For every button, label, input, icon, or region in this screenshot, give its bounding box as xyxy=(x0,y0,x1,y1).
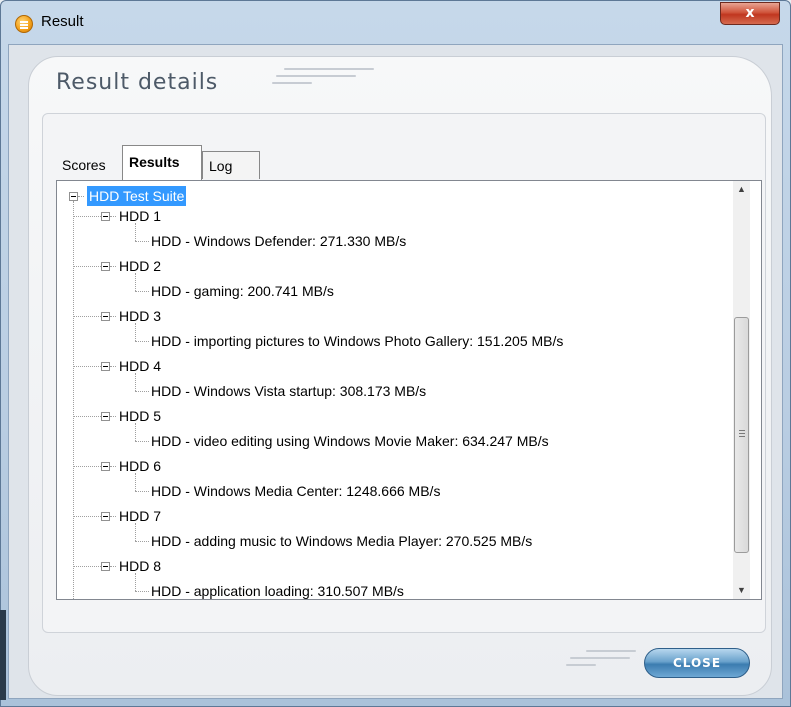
tree-connector xyxy=(73,566,101,567)
collapse-icon[interactable] xyxy=(101,412,110,421)
tree-connector xyxy=(110,266,116,267)
tree-connector xyxy=(73,201,74,599)
vertical-scrollbar[interactable]: ▲ ▼ xyxy=(733,181,750,599)
tree-group-node[interactable]: HDD 8 xyxy=(119,556,161,576)
tree-connector xyxy=(135,491,149,492)
collapse-icon[interactable] xyxy=(101,512,110,521)
tree-connector xyxy=(135,391,149,392)
collapse-icon[interactable] xyxy=(69,192,78,201)
footer-decoration xyxy=(566,650,636,671)
tree-connector xyxy=(135,241,149,242)
tree-group-node[interactable]: HDD 7 xyxy=(119,506,161,526)
collapse-icon[interactable] xyxy=(101,462,110,471)
tree-group-node[interactable]: HDD 4 xyxy=(119,356,161,376)
collapse-icon[interactable] xyxy=(101,562,110,571)
tree-connector xyxy=(135,573,136,591)
tree-connector xyxy=(110,566,116,567)
tree-leaf-node[interactable]: HDD - adding music to Windows Media Play… xyxy=(151,531,532,551)
tree-connector xyxy=(110,316,116,317)
close-button[interactable]: CLOSE xyxy=(644,648,750,678)
tree-connector xyxy=(135,523,136,541)
scroll-down-arrow-icon[interactable]: ▼ xyxy=(733,582,750,599)
tree-leaf-node[interactable]: HDD - Windows Vista startup: 308.173 MB/… xyxy=(151,381,426,401)
tree-connector xyxy=(73,316,101,317)
tree-connector xyxy=(135,273,136,291)
tree-content: HDD Test Suite HDD 1 HDD - Windows Defend… xyxy=(57,181,733,599)
window-close-button[interactable]: x xyxy=(720,2,780,25)
tree-leaf-node[interactable]: HDD - video editing using Windows Movie … xyxy=(151,431,549,451)
tree-connector xyxy=(110,366,116,367)
tree-group-node[interactable]: HDD 3 xyxy=(119,306,161,326)
tree-connector xyxy=(135,423,136,441)
tree-connector xyxy=(110,416,116,417)
tree-connector xyxy=(135,541,149,542)
tree-leaf-node[interactable]: HDD - gaming: 200.741 MB/s xyxy=(151,281,334,301)
app-icon xyxy=(15,15,33,33)
frame-edge xyxy=(0,610,6,700)
window-title: Result xyxy=(41,13,84,30)
tree-connector xyxy=(135,441,149,442)
title-bar[interactable]: Result x xyxy=(1,1,790,45)
tab-results[interactable]: Results xyxy=(122,145,202,181)
tree-connector xyxy=(73,366,101,367)
collapse-icon[interactable] xyxy=(101,312,110,321)
tree-leaf-node[interactable]: HDD - importing pictures to Windows Phot… xyxy=(151,331,563,351)
tree-connector xyxy=(78,196,84,197)
tree-group-node[interactable]: HDD 6 xyxy=(119,456,161,476)
tree-connector xyxy=(73,266,101,267)
results-tree[interactable]: HDD Test Suite HDD 1 HDD - Windows Defend… xyxy=(56,180,762,600)
tree-connector xyxy=(73,416,101,417)
tree-connector xyxy=(110,516,116,517)
tree-leaf-node[interactable]: HDD - Windows Defender: 271.330 MB/s xyxy=(151,231,406,251)
tree-group-node[interactable]: HDD 1 xyxy=(119,206,161,226)
page-title: Result details xyxy=(56,70,219,95)
tree-connector xyxy=(73,516,101,517)
header-decoration xyxy=(272,68,374,89)
tree-connector xyxy=(110,466,116,467)
tree-connector xyxy=(135,473,136,491)
tree-connector xyxy=(73,466,101,467)
tree-connector xyxy=(135,291,149,292)
collapse-icon[interactable] xyxy=(101,362,110,371)
tree-connector xyxy=(110,216,116,217)
grip-icon xyxy=(739,430,745,439)
tree-connector xyxy=(135,323,136,341)
tree-root[interactable]: HDD Test Suite xyxy=(87,186,187,206)
tree-group-node[interactable]: HDD 5 xyxy=(119,406,161,426)
tree-connector xyxy=(135,341,149,342)
tree-leaf-node[interactable]: HDD - Windows Media Center: 1248.666 MB/… xyxy=(151,481,440,501)
tree-connector xyxy=(135,373,136,391)
collapse-icon[interactable] xyxy=(101,212,110,221)
scroll-up-arrow-icon[interactable]: ▲ xyxy=(733,181,750,198)
tree-connector xyxy=(73,216,101,217)
tree-connector xyxy=(135,591,149,592)
collapse-icon[interactable] xyxy=(101,262,110,271)
tree-leaf-node[interactable]: HDD - application loading: 310.507 MB/s xyxy=(151,581,404,599)
tree-group-node[interactable]: HDD 2 xyxy=(119,256,161,276)
tab-log[interactable]: Log xyxy=(202,151,260,179)
scrollbar-thumb[interactable] xyxy=(734,317,749,553)
tab-scores[interactable]: Scores xyxy=(56,151,124,179)
tree-connector xyxy=(135,223,136,241)
